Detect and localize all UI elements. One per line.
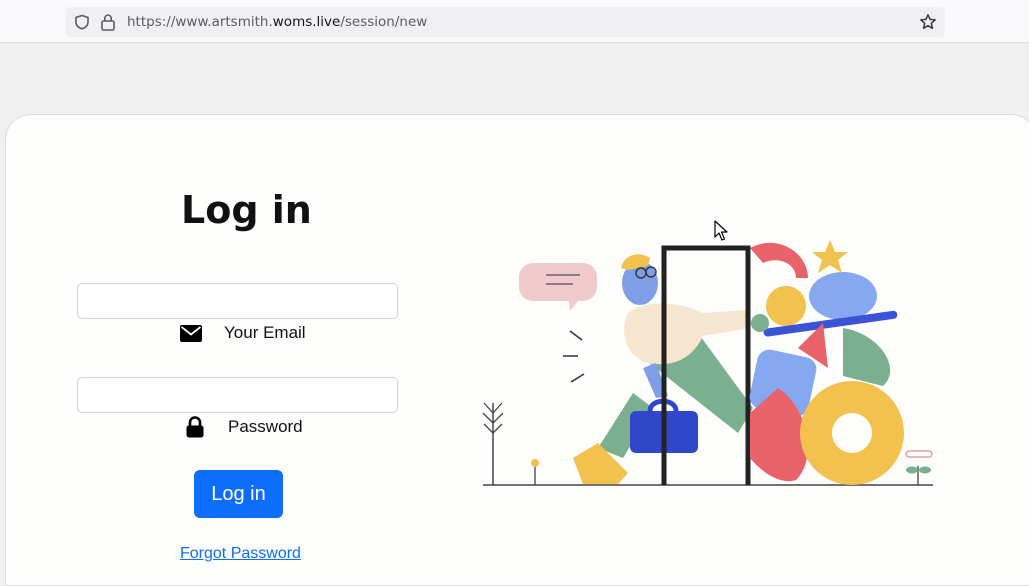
- login-illustration: [482, 240, 933, 486]
- password-label: Password: [228, 417, 303, 436]
- email-label-row: Your Email: [180, 323, 306, 343]
- padlock-icon: [186, 416, 204, 438]
- password-label-row: Password: [186, 416, 303, 438]
- url-text[interactable]: https://www.artsmith.woms.live/session/n…: [127, 14, 427, 30]
- url-path: /session/new: [340, 14, 428, 30]
- url-domain: woms.live: [272, 14, 341, 30]
- forgot-password-link[interactable]: Forgot Password: [180, 545, 301, 563]
- email-label: Your Email: [224, 323, 306, 342]
- lock-icon[interactable]: [100, 13, 116, 31]
- mouse-cursor-icon: [714, 220, 728, 241]
- envelope-icon: [180, 324, 202, 342]
- bookmark-star-icon[interactable]: [919, 13, 937, 31]
- email-input[interactable]: [77, 283, 398, 319]
- browser-toolbar: https://www.artsmith.woms.live/session/n…: [0, 0, 1029, 43]
- page-title: Log in: [181, 188, 312, 232]
- password-input[interactable]: [77, 377, 398, 413]
- login-button[interactable]: Log in: [194, 470, 283, 518]
- shield-icon[interactable]: [74, 14, 90, 30]
- address-bar[interactable]: https://www.artsmith.woms.live/session/n…: [66, 7, 945, 37]
- url-prefix: https://www.artsmith.: [127, 14, 273, 30]
